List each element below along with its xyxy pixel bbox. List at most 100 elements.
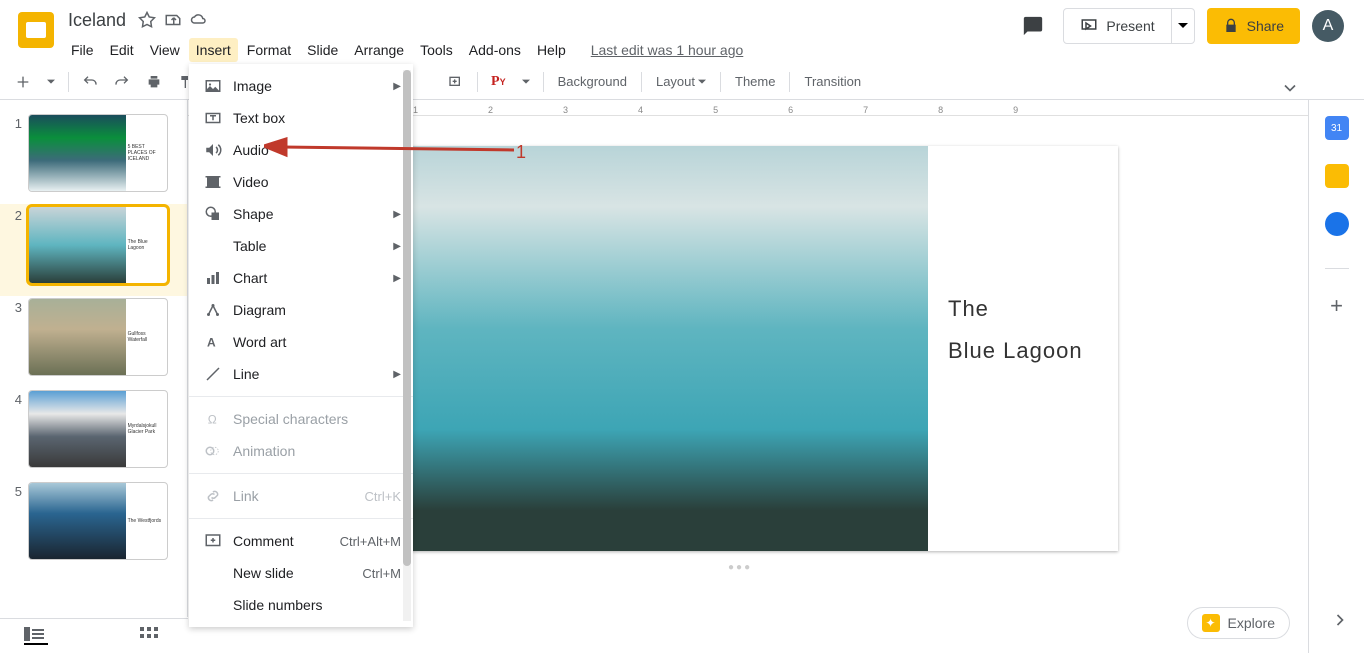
thumb-number: 3 [8,298,28,376]
dropdown-label: Special characters [233,411,401,427]
keep-icon[interactable] [1325,164,1349,188]
dropdown-item-table[interactable]: Table ▶ [189,230,413,262]
dropdown-label: Table [233,238,393,254]
dropdown-item-link: Link Ctrl+K [189,480,413,512]
dropdown-label: Link [233,488,365,504]
dropdown-item-word-art[interactable]: A Word art [189,326,413,358]
submenu-arrow-icon: ▶ [393,241,401,252]
explore-button[interactable]: ✦ Explore [1187,607,1290,639]
dropdown-item-diagram[interactable]: Diagram [189,294,413,326]
addon-button[interactable]: PY [484,68,513,96]
menu-slide[interactable]: Slide [300,38,345,62]
menu-edit[interactable]: Edit [103,38,141,62]
thumb-row[interactable]: 2 The Blue Lagoon [0,204,187,296]
thumb-row[interactable]: 5 The Westfjords [0,480,187,572]
speaker-notes-handle[interactable]: ●●● [728,562,752,573]
dropdown-item-special-characters: Ω Special characters [189,403,413,435]
doc-title[interactable]: Iceland [64,8,130,33]
dropdown-item-text-box[interactable]: Text box [189,102,413,134]
slide-thumbnail[interactable]: Gullfoss Waterfall [28,298,168,376]
thumb-row[interactable]: 4 Myrdalsjokull Glacier Park [0,388,187,480]
cloud-icon[interactable] [190,11,208,29]
slide-thumbnail[interactable]: The Blue Lagoon [28,206,168,284]
dropdown-item-slide-numbers[interactable]: Slide numbers [189,589,413,621]
new-slide-button[interactable] [8,68,38,96]
diagram-icon [201,301,225,319]
dropdown-item-comment[interactable]: Comment Ctrl+Alt+M [189,525,413,557]
dropdown-item-new-slide[interactable]: New slide Ctrl+M [189,557,413,589]
grid-view-button[interactable] [140,627,164,645]
audio-icon [201,141,225,159]
menu-insert[interactable]: Insert [189,38,238,62]
comments-button[interactable] [1015,8,1051,44]
menu-format[interactable]: Format [240,38,298,62]
slides-logo-icon[interactable] [18,12,54,48]
textbox-icon [201,109,225,127]
thumb-number: 4 [8,390,28,468]
thumb-caption: The Blue Lagoon [126,207,167,283]
avatar[interactable]: A [1312,10,1344,42]
slide-image[interactable] [398,146,928,551]
filmstrip[interactable]: 1 5 BEST PLACES OF ICELAND 2 The Blue La… [0,100,188,617]
submenu-arrow-icon: ▶ [393,81,401,92]
transition-button[interactable]: Transition [796,70,869,93]
background-button[interactable]: Background [550,70,635,93]
move-icon[interactable] [164,11,182,29]
dropdown-item-image[interactable]: Image ▶ [189,70,413,102]
menu-file[interactable]: File [64,38,101,62]
menu-view[interactable]: View [143,38,187,62]
theme-button[interactable]: Theme [727,70,783,93]
addon-dropdown[interactable] [515,72,537,92]
present-dropdown[interactable] [1171,9,1194,43]
thumb-caption: Myrdalsjokull Glacier Park [126,391,167,467]
calendar-icon[interactable]: 31 [1325,116,1349,140]
thumb-row[interactable]: 1 5 BEST PLACES OF ICELAND [0,112,187,204]
separator [789,72,790,92]
menu-tools[interactable]: Tools [413,38,460,62]
dropdown-item-video[interactable]: Video [189,166,413,198]
ruler-mark: 4 [638,105,643,115]
sidebar-separator [1325,268,1349,269]
thumb-image [29,299,126,375]
add-addon-button[interactable]: + [1330,293,1343,319]
slide-title-box[interactable]: The Blue Lagoon [928,146,1118,551]
dropdown-item-line[interactable]: Line ▶ [189,358,413,390]
slide-thumbnail[interactable]: Myrdalsjokull Glacier Park [28,390,168,468]
redo-button[interactable] [107,68,137,96]
shape-icon [201,205,225,223]
present-button[interactable]: Present [1064,17,1170,35]
show-sidebar-button[interactable] [1330,610,1350,635]
doc-info: Iceland File Edit View Insert Format Sli… [64,8,1015,64]
image-icon [201,77,225,95]
menubar: File Edit View Insert Format Slide Arran… [64,36,1015,64]
comment-icon [201,532,225,550]
layout-button[interactable]: Layout [648,70,714,93]
print-button[interactable] [139,68,169,96]
new-slide-dropdown[interactable] [40,72,62,92]
menu-addons[interactable]: Add-ons [462,38,528,62]
dropdown-item-chart[interactable]: Chart ▶ [189,262,413,294]
video-icon [201,173,225,191]
slide-canvas[interactable]: The Blue Lagoon [398,146,1118,551]
submenu-arrow-icon: ▶ [393,273,401,284]
dropdown-label: Slide numbers [233,597,401,613]
share-button[interactable]: Share [1207,8,1300,44]
header-right: Present Share A [1015,8,1356,44]
dropdown-separator [189,396,413,397]
menu-arrange[interactable]: Arrange [347,38,411,62]
annotation-arrow [264,137,524,167]
thumb-row[interactable]: 3 Gullfoss Waterfall [0,296,187,388]
menu-help[interactable]: Help [530,38,573,62]
explore-icon: ✦ [1202,614,1220,632]
star-icon[interactable] [138,11,156,29]
filmstrip-view-button[interactable] [24,627,48,645]
slide-thumbnail[interactable]: The Westfjords [28,482,168,560]
zoom-button[interactable] [441,68,471,96]
tasks-icon[interactable] [1325,212,1349,236]
last-edit-link[interactable]: Last edit was 1 hour ago [591,42,744,58]
ruler-mark: 7 [863,105,868,115]
dropdown-item-shape[interactable]: Shape ▶ [189,198,413,230]
dropdown-label: Chart [233,270,393,286]
slide-thumbnail[interactable]: 5 BEST PLACES OF ICELAND [28,114,168,192]
undo-button[interactable] [75,68,105,96]
